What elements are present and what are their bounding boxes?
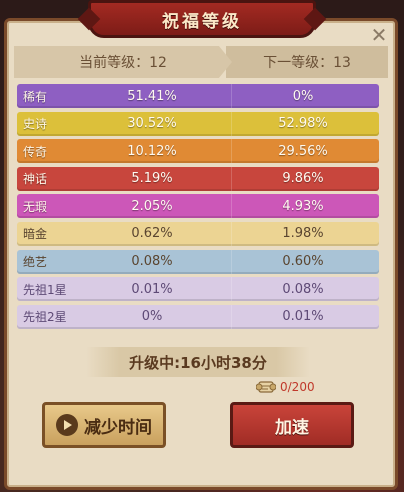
table-row: 传奇 10.12% 29.56% (17, 139, 379, 164)
row-divider (231, 194, 232, 219)
current-probability: 0% (141, 309, 163, 325)
progress-count: 0/200 (280, 380, 315, 394)
table-row: 神话 5.19% 9.86% (17, 166, 379, 191)
row-divider (231, 139, 232, 164)
current-probability: 0.01% (131, 281, 173, 297)
table-row: 无瑕 2.05% 4.93% (17, 194, 379, 219)
row-divider (231, 304, 232, 329)
row-divider (231, 166, 232, 191)
row-divider (231, 221, 232, 246)
close-icon[interactable]: ✕ (368, 24, 390, 46)
table-row: 史诗 30.52% 52.98% (17, 111, 379, 136)
reduce-time-button[interactable]: 减少时间 (42, 402, 166, 448)
dialog-title: 祝福等级 (162, 11, 242, 32)
rarity-name: 稀有 (23, 89, 48, 104)
rarity-name: 神话 (23, 172, 48, 187)
next-level-label: 下一等级：13 (226, 46, 388, 78)
next-probability: 9.86% (282, 171, 324, 187)
rarity-name: 史诗 (23, 117, 48, 132)
dialog-title-banner: 祝福等级 (88, 0, 316, 38)
rarity-probability-table: 稀有 51.41% 0% 史诗 30.52% 52.98% 传奇 10.12% … (17, 84, 379, 332)
play-icon (56, 414, 78, 436)
current-probability: 30.52% (127, 116, 177, 132)
row-divider (231, 249, 232, 274)
current-probability: 2.05% (131, 198, 173, 214)
next-probability: 52.98% (278, 116, 328, 132)
next-probability: 29.56% (278, 143, 328, 159)
speed-up-label: 加速 (275, 417, 309, 438)
rarity-name: 传奇 (23, 144, 48, 159)
table-row: 先祖2星 0% 0.01% (17, 304, 379, 329)
table-row: 先祖1星 0.01% 0.08% (17, 277, 379, 302)
current-probability: 0.62% (131, 226, 173, 242)
speed-up-button[interactable]: 加速 (230, 402, 354, 448)
upgrade-timer: 升级中:16小时38分 (86, 347, 310, 377)
current-probability: 0.08% (131, 254, 173, 270)
next-probability: 0.08% (282, 281, 324, 297)
row-divider (231, 84, 232, 108)
rarity-name: 暗金 (23, 227, 48, 242)
row-divider (231, 277, 232, 302)
level-header: 当前等级：12 下一等级：13 (14, 46, 388, 78)
current-probability: 51.41% (127, 88, 177, 104)
scroll-icon (255, 378, 277, 396)
next-probability: 0.01% (282, 309, 324, 325)
table-row: 绝艺 0.08% 0.60% (17, 249, 379, 274)
rarity-name: 先祖1星 (23, 282, 67, 297)
next-probability: 1.98% (282, 226, 324, 242)
item-progress: 0/200 (255, 378, 315, 396)
current-probability: 10.12% (127, 143, 177, 159)
rarity-name: 无瑕 (23, 199, 48, 214)
table-row: 稀有 51.41% 0% (17, 84, 379, 108)
next-probability: 0.60% (282, 254, 324, 270)
next-probability: 4.93% (282, 198, 324, 214)
row-divider (231, 111, 232, 136)
reduce-time-label: 减少时间 (84, 417, 152, 438)
table-row: 暗金 0.62% 1.98% (17, 221, 379, 246)
next-probability: 0% (292, 88, 314, 104)
rarity-name: 先祖2星 (23, 310, 67, 325)
rarity-name: 绝艺 (23, 255, 48, 270)
current-level-label: 当前等级：12 (14, 46, 232, 78)
current-probability: 5.19% (131, 171, 173, 187)
